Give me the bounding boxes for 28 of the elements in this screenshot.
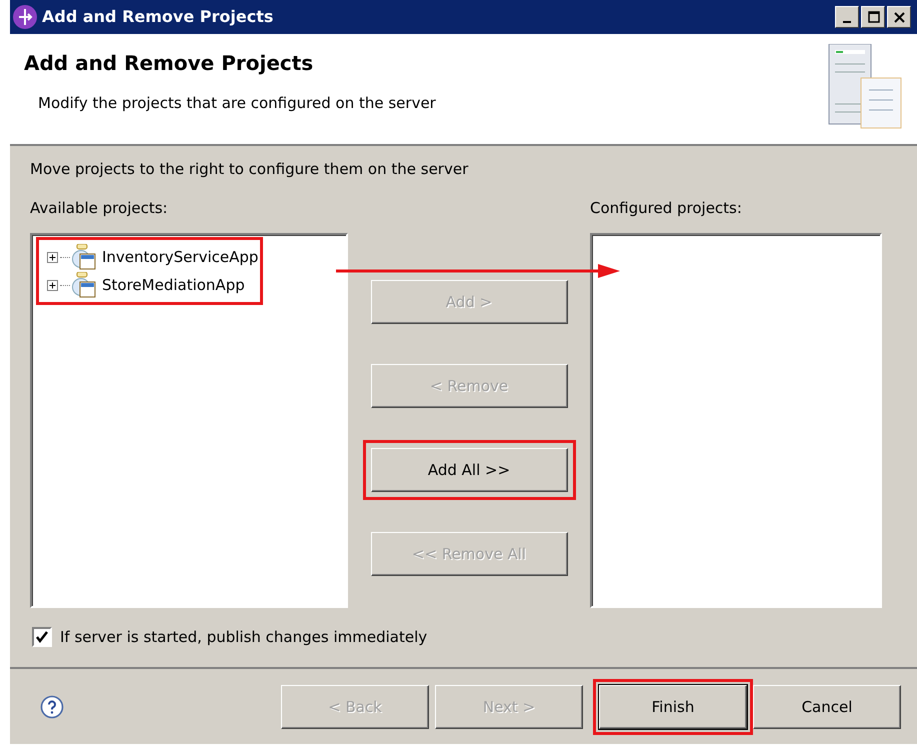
close-icon xyxy=(892,10,906,24)
configured-label: Configured projects: xyxy=(590,198,743,218)
maximize-icon xyxy=(866,10,880,24)
project-item[interactable]: StoreMediationApp xyxy=(102,274,245,296)
window-title: Add and Remove Projects xyxy=(42,6,274,28)
project-item[interactable]: InventoryServiceApp xyxy=(102,246,258,268)
checkmark-icon xyxy=(35,630,49,644)
server-icon xyxy=(827,44,903,130)
close-button[interactable] xyxy=(887,6,911,28)
instruction-text: Move projects to the right to configure them on the server xyxy=(30,159,470,180)
publish-checkbox[interactable] xyxy=(32,627,52,648)
page-subtitle: Modify the projects that are configured on the server xyxy=(38,93,437,114)
help-icon[interactable] xyxy=(40,695,64,719)
expand-icon[interactable] xyxy=(47,280,58,290)
project-icon xyxy=(72,272,96,298)
publish-option-label: If server is started, publish changes immediately xyxy=(60,627,428,648)
available-label: Available projects: xyxy=(30,198,169,218)
project-icon xyxy=(72,244,96,270)
available-projects-list[interactable]: InventoryServiceApp StoreMediationApp xyxy=(30,233,348,608)
footer-button[interactable]: Finish xyxy=(599,685,747,729)
move-button[interactable]: Add All >> xyxy=(370,448,568,492)
expand-icon[interactable] xyxy=(47,252,58,262)
footer-button[interactable]: Cancel xyxy=(753,685,901,729)
minimize-button[interactable] xyxy=(835,6,859,28)
maximize-button[interactable] xyxy=(861,6,885,28)
minimize-icon xyxy=(843,21,851,23)
app-icon xyxy=(12,4,38,30)
page-title: Add and Remove Projects xyxy=(24,50,314,77)
